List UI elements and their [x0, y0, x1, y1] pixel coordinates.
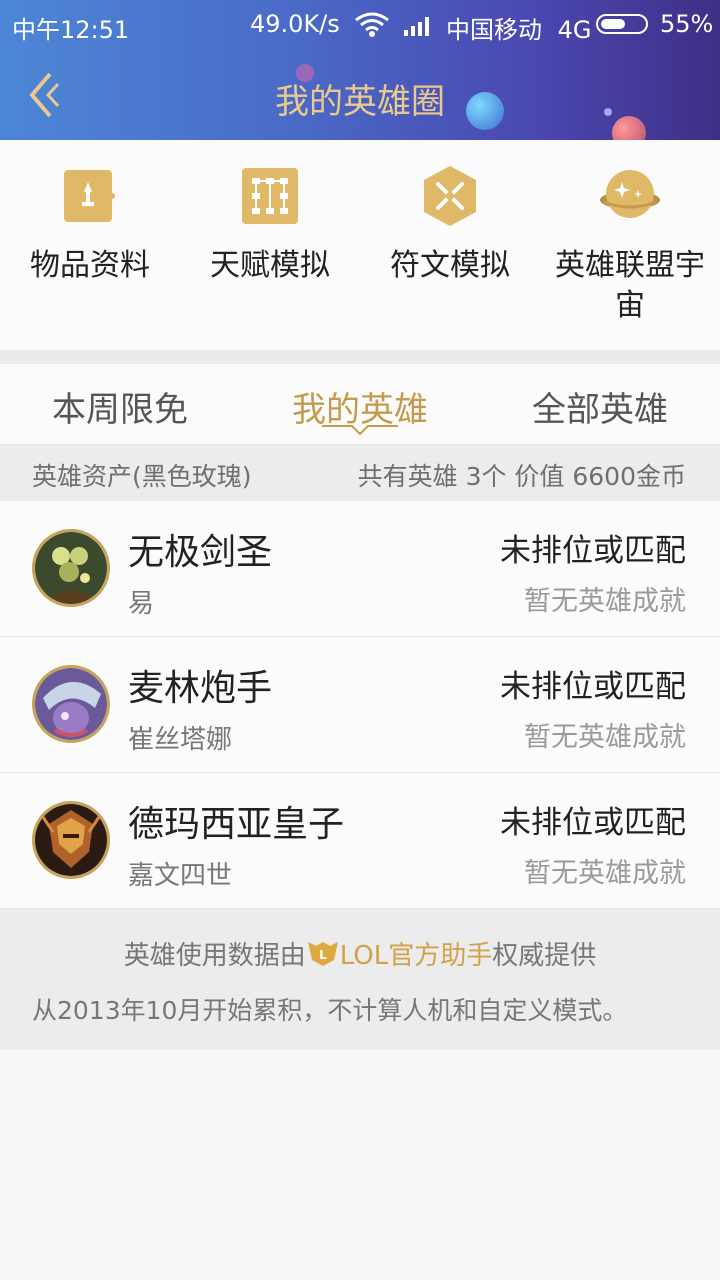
- hero-avatar: [32, 529, 110, 607]
- wifi-icon: [354, 12, 390, 44]
- data-source-suffix: 权威提供: [492, 941, 597, 971]
- status-speed: 49.0K/s: [250, 10, 340, 38]
- hero-tabs: 本周限免 我的英雄 全部英雄: [0, 364, 720, 445]
- lol-helper-link[interactable]: LOL官方助手: [340, 941, 493, 971]
- tool-lol-universe[interactable]: 英雄联盟宇宙: [540, 140, 720, 350]
- hero-subname: 崔丝塔娜: [128, 725, 233, 755]
- battery-percent: 55%: [660, 10, 714, 38]
- active-tab-indicator: [322, 425, 398, 436]
- asset-total-label: 共有英雄 3个 价值 6600金币: [357, 462, 686, 491]
- data-source-note: 英雄使用数据由 L LOL官方助手权威提供 从2013年10月开始累积，不计算人机和…: [0, 909, 720, 1050]
- battery-icon: [596, 14, 648, 34]
- status-carrier: 中国移动 4G: [446, 10, 592, 45]
- hero-row[interactable]: 德玛西亚皇子 嘉文四世 未排位或匹配 暂无英雄成就: [0, 773, 720, 909]
- hero-subname: 易: [128, 589, 155, 619]
- hero-row[interactable]: 麦林炮手 崔丝塔娜 未排位或匹配 暂无英雄成就: [0, 637, 720, 773]
- status-bar: 中午12:51 49.0K/s 中国移动 4G 55%: [0, 0, 720, 50]
- tool-grid: 物品资料 天赋模拟 符文模拟 英雄联盟宇宙: [0, 140, 720, 350]
- hero-name: 麦林炮手: [128, 668, 273, 709]
- tool-rune-sim[interactable]: 符文模拟: [360, 140, 540, 350]
- tool-label: 天赋模拟: [210, 248, 330, 283]
- tab-weekly-free[interactable]: 本周限免: [0, 382, 240, 431]
- tool-label: 物品资料: [30, 248, 150, 283]
- hero-achievement: 暂无英雄成就: [524, 858, 686, 889]
- carrier-name: 中国移动: [446, 16, 542, 44]
- tool-talent-sim[interactable]: 天赋模拟: [180, 140, 360, 350]
- tab-all-heroes[interactable]: 全部英雄: [480, 382, 720, 431]
- hero-rank-status: 未排位或匹配: [500, 533, 686, 569]
- signal-icon: [402, 14, 434, 42]
- item-icon: [60, 166, 120, 226]
- rune-icon: [420, 166, 480, 226]
- hero-subname: 嘉文四世: [128, 861, 233, 891]
- battery-fill: [601, 19, 625, 29]
- svg-text:L: L: [319, 948, 327, 962]
- network-type: 4G: [557, 16, 592, 44]
- hero-avatar: [32, 665, 110, 743]
- page-title: 我的英雄圈: [275, 82, 445, 122]
- hero-row[interactable]: 无极剑圣 易 未排位或匹配 暂无英雄成就: [0, 501, 720, 637]
- talent-icon: [240, 166, 300, 226]
- app-header: 中午12:51 49.0K/s 中国移动 4G 55% 我的英雄圈: [0, 0, 720, 140]
- data-source-line: 英雄使用数据由 L LOL官方助手权威提供: [0, 935, 720, 972]
- data-range-note: 从2013年10月开始累积，不计算人机和自定义模式。: [32, 996, 628, 1025]
- tool-item-data[interactable]: 物品资料: [0, 140, 180, 350]
- data-source-prefix: 英雄使用数据由: [123, 941, 306, 971]
- hero-name: 德玛西亚皇子: [128, 804, 345, 845]
- asset-summary: 英雄资产(黑色玫瑰) 共有英雄 3个 价值 6600金币: [0, 445, 720, 501]
- hero-achievement: 暂无英雄成就: [524, 722, 686, 753]
- hero-achievement: 暂无英雄成就: [524, 586, 686, 617]
- hero-name: 无极剑圣: [128, 532, 273, 573]
- hero-rank-status: 未排位或匹配: [500, 669, 686, 705]
- asset-server-label: 英雄资产(黑色玫瑰): [32, 462, 252, 491]
- hero-list: 无极剑圣 易 未排位或匹配 暂无英雄成就 麦林炮手 崔丝塔娜 未排位或匹配 暂无…: [0, 501, 720, 909]
- section-divider: [0, 350, 720, 364]
- tool-label: 符文模拟: [390, 248, 510, 283]
- status-time: 中午12:51: [12, 16, 130, 44]
- universe-icon: [600, 166, 660, 226]
- lol-helper-logo-icon: L: [306, 940, 340, 968]
- tool-label: 英雄联盟宇宙: [555, 248, 705, 323]
- hero-avatar: [32, 801, 110, 879]
- hero-rank-status: 未排位或匹配: [500, 805, 686, 841]
